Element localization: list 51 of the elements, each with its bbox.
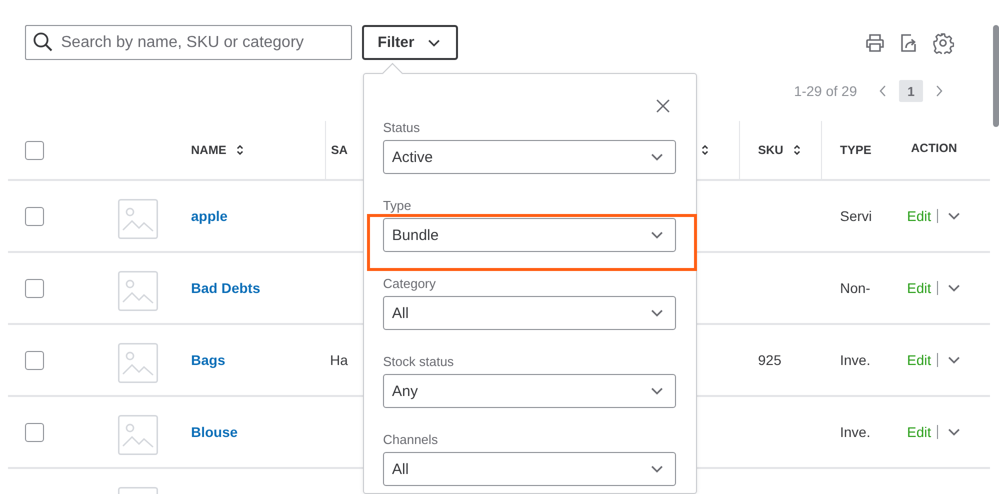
item-name-link[interactable]: Bad Debts	[191, 280, 260, 296]
item-name-link[interactable]: Blouse	[191, 424, 238, 440]
dropdown[interactable]: Any	[383, 374, 676, 408]
field-label: Stock status	[383, 353, 454, 370]
filter-button[interactable]: Filter	[362, 25, 458, 60]
field-label: Type	[383, 197, 412, 214]
checkbox[interactable]	[25, 350, 44, 370]
edit-link[interactable]: Edit	[907, 209, 938, 223]
column-header: SA	[331, 143, 348, 157]
sort-icon[interactable]	[701, 144, 709, 156]
column-header: SKU	[758, 143, 784, 157]
page-range: 1-29 of 29	[794, 83, 857, 99]
image-placeholder-icon	[118, 415, 158, 455]
next-page-button[interactable]	[935, 85, 943, 97]
field-label: Channels	[383, 431, 438, 448]
checkbox[interactable]	[25, 140, 44, 160]
sort-icon[interactable]	[236, 144, 244, 156]
dropdown[interactable]: All	[383, 452, 676, 486]
dropdown[interactable]: Active	[383, 140, 676, 174]
printer-icon[interactable]	[864, 32, 886, 54]
dropdown[interactable]: All	[383, 296, 676, 330]
dropdown[interactable]: Bundle	[383, 218, 676, 252]
image-placeholder-icon	[118, 343, 158, 383]
item-name-link[interactable]: Bags	[191, 352, 226, 368]
field-label: Category	[383, 275, 436, 292]
close-icon[interactable]	[656, 99, 670, 113]
previous-page-button[interactable]	[879, 85, 887, 97]
table-cell: Inve.	[840, 424, 870, 440]
item-name-link[interactable]: apple	[191, 208, 228, 224]
table-cell: Servi	[840, 208, 872, 224]
table-cell: 925	[758, 352, 782, 368]
search-field[interactable]: Search by name, SKU or category	[25, 25, 352, 60]
settings-icon[interactable]	[932, 32, 954, 54]
table-cell: Non-	[840, 280, 870, 296]
table-cell: Inve.	[840, 352, 870, 368]
table-cell: Ha	[330, 352, 348, 368]
checkbox[interactable]	[25, 422, 44, 442]
image-placeholder-icon	[118, 271, 158, 311]
column-header: NAME	[191, 143, 226, 157]
sort-icon[interactable]	[793, 144, 802, 156]
edit-link[interactable]: Edit	[907, 425, 938, 439]
field-label: Status	[383, 119, 420, 136]
image-placeholder-icon	[118, 199, 158, 239]
page-button[interactable]: 1	[899, 80, 923, 102]
edit-link[interactable]: Edit	[907, 281, 938, 295]
checkbox[interactable]	[25, 278, 44, 298]
column-header: ACTION	[911, 141, 957, 155]
edit-link[interactable]: Edit	[907, 353, 938, 367]
scrollbar[interactable]	[993, 25, 999, 127]
column-header: TYPE	[840, 143, 872, 157]
checkbox[interactable]	[25, 206, 44, 226]
